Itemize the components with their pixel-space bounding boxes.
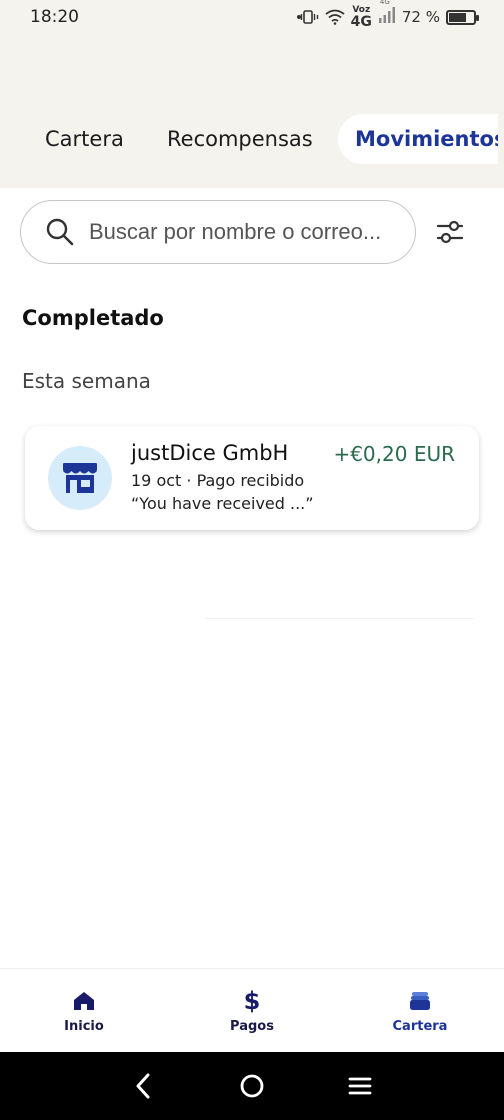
status-bar: 18:20 Voz 4G 4G 72 % <box>0 0 504 34</box>
group-label-this-week: Esta semana <box>22 369 151 393</box>
signal-strength: 4G <box>378 0 396 27</box>
transaction-name: justDice GmbH <box>131 441 289 465</box>
wallet-icon <box>410 992 430 1010</box>
nav-label-cartera: Cartera <box>392 1019 448 1034</box>
vibrate-icon <box>296 10 318 24</box>
search-row <box>20 200 484 264</box>
nav-label-pagos: Pagos <box>230 1019 274 1034</box>
battery-percent: 72 % <box>401 8 440 26</box>
network-voice-label: Voz <box>352 4 371 15</box>
signal-icon <box>378 7 395 23</box>
battery-fill <box>449 12 467 22</box>
merchant-avatar <box>48 446 112 510</box>
menu-icon <box>348 1077 372 1095</box>
home-icon <box>74 992 94 1010</box>
search-input[interactable] <box>89 219 389 245</box>
tab-cartera[interactable]: Cartera <box>45 114 124 164</box>
nav-item-pagos[interactable]: $ Pagos <box>168 969 336 1052</box>
nav-label-inicio: Inicio <box>64 1019 104 1034</box>
wifi-icon <box>325 9 345 25</box>
nav-item-cartera[interactable]: Cartera <box>336 969 504 1052</box>
back-icon <box>136 1073 150 1099</box>
transaction-card[interactable]: justDice GmbH +€0,20 EUR 19 oct · Pago r… <box>25 426 479 530</box>
tab-movimientos[interactable]: Movimientos <box>338 114 498 164</box>
store-icon <box>63 463 97 493</box>
home-button[interactable] <box>230 1064 274 1108</box>
nav-item-inicio[interactable]: Inicio <box>0 969 168 1052</box>
tab-recompensas[interactable]: Recompensas <box>167 114 313 164</box>
back-button[interactable] <box>122 1064 166 1108</box>
tab-bar: Cartera Recompensas Movimientos <box>0 114 504 164</box>
menu-button[interactable] <box>338 1064 382 1108</box>
signal-label: 4G <box>379 0 390 6</box>
filter-icon[interactable] <box>434 216 466 248</box>
home-circle-icon <box>240 1074 264 1098</box>
transaction-amount: +€0,20 EUR <box>333 442 455 466</box>
status-icons: Voz 4G 4G 72 % <box>296 0 479 30</box>
search-icon <box>46 218 74 246</box>
status-time: 18:20 <box>30 7 79 27</box>
bottom-nav: Inicio $ Pagos Cartera <box>0 968 504 1052</box>
divider <box>205 618 473 619</box>
section-title-completed: Completado <box>22 306 164 330</box>
transaction-meta: 19 oct · Pago recibido <box>131 471 305 490</box>
top-header: Cartera Recompensas Movimientos <box>0 34 504 188</box>
transaction-note: “You have received ...” <box>131 494 314 513</box>
battery-icon <box>446 9 479 25</box>
search-box[interactable] <box>20 200 416 264</box>
system-nav-bar <box>0 1052 504 1120</box>
dollar-icon: $ <box>243 987 261 1015</box>
network-type-label: 4G <box>350 13 372 30</box>
network-label: Voz 4G <box>350 4 372 30</box>
